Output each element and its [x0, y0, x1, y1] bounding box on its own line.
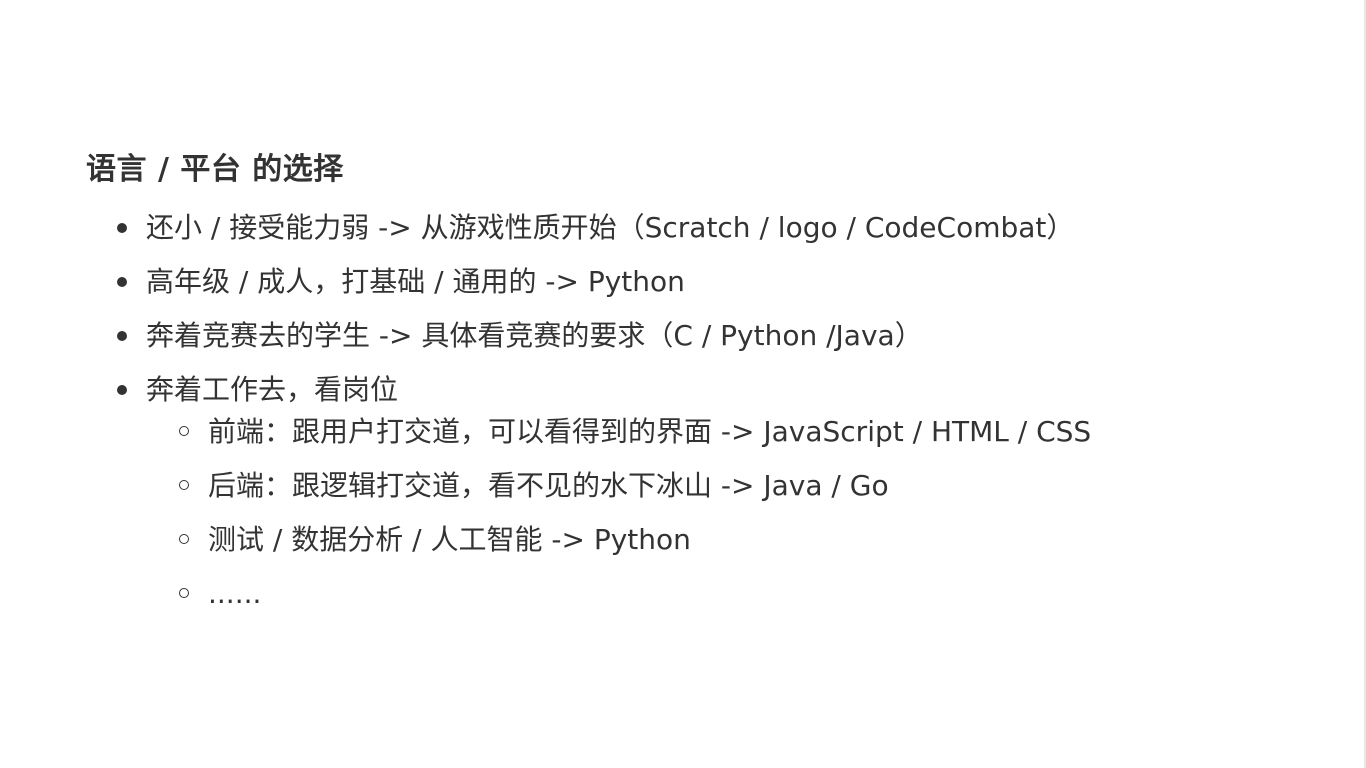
list-item: 奔着竞赛去的学生 -> 具体看竞赛的要求（C / Python /Java）	[86, 316, 1286, 356]
bullet-disc-icon	[117, 223, 127, 233]
list-item-text: 奔着工作去，看岗位	[146, 373, 399, 406]
nested-list-item-text: 测试 / 数据分析 / 人工智能 -> Python	[208, 523, 691, 556]
list-item: 奔着工作去，看岗位	[86, 370, 1286, 410]
list-item: 高年级 / 成人，打基础 / 通用的 -> Python	[86, 262, 1286, 302]
list-item: 还小 / 接受能力弱 -> 从游戏性质开始（Scratch / logo / C…	[86, 208, 1286, 248]
bullet-circle-icon	[179, 426, 189, 436]
nested-list-item: 前端：跟用户打交道，可以看得到的界面 -> JavaScript / HTML …	[86, 412, 1286, 452]
nested-list-item: 测试 / 数据分析 / 人工智能 -> Python	[86, 520, 1286, 560]
nested-list-item: ......	[86, 574, 1286, 614]
bullet-disc-icon	[117, 385, 127, 395]
bullet-circle-icon	[179, 480, 189, 490]
nested-list-item: 后端：跟逻辑打交道，看不见的水下冰山 -> Java / Go	[86, 466, 1286, 506]
slide-heading: 语言 / 平台 的选择	[86, 152, 344, 187]
nested-list-item-text: 前端：跟用户打交道，可以看得到的界面 -> JavaScript / HTML …	[208, 415, 1092, 448]
nested-list-item-text: 后端：跟逻辑打交道，看不见的水下冰山 -> Java / Go	[208, 469, 889, 502]
bullet-circle-icon	[179, 534, 189, 544]
nested-bullet-list: 前端：跟用户打交道，可以看得到的界面 -> JavaScript / HTML …	[86, 412, 1286, 614]
list-item-text: 高年级 / 成人，打基础 / 通用的 -> Python	[146, 265, 685, 298]
list-item-text: 奔着竞赛去的学生 -> 具体看竞赛的要求（C / Python /Java）	[146, 319, 923, 352]
nested-list-item-text: ......	[208, 577, 262, 610]
bullet-disc-icon	[117, 277, 127, 287]
bullet-disc-icon	[117, 331, 127, 341]
bullet-circle-icon	[179, 588, 189, 598]
list-item-text: 还小 / 接受能力弱 -> 从游戏性质开始（Scratch / logo / C…	[146, 211, 1075, 244]
bullet-list: 还小 / 接受能力弱 -> 从游戏性质开始（Scratch / logo / C…	[86, 208, 1286, 410]
slide-content: 语言 / 平台 的选择 还小 / 接受能力弱 -> 从游戏性质开始（Scratc…	[86, 150, 1286, 628]
